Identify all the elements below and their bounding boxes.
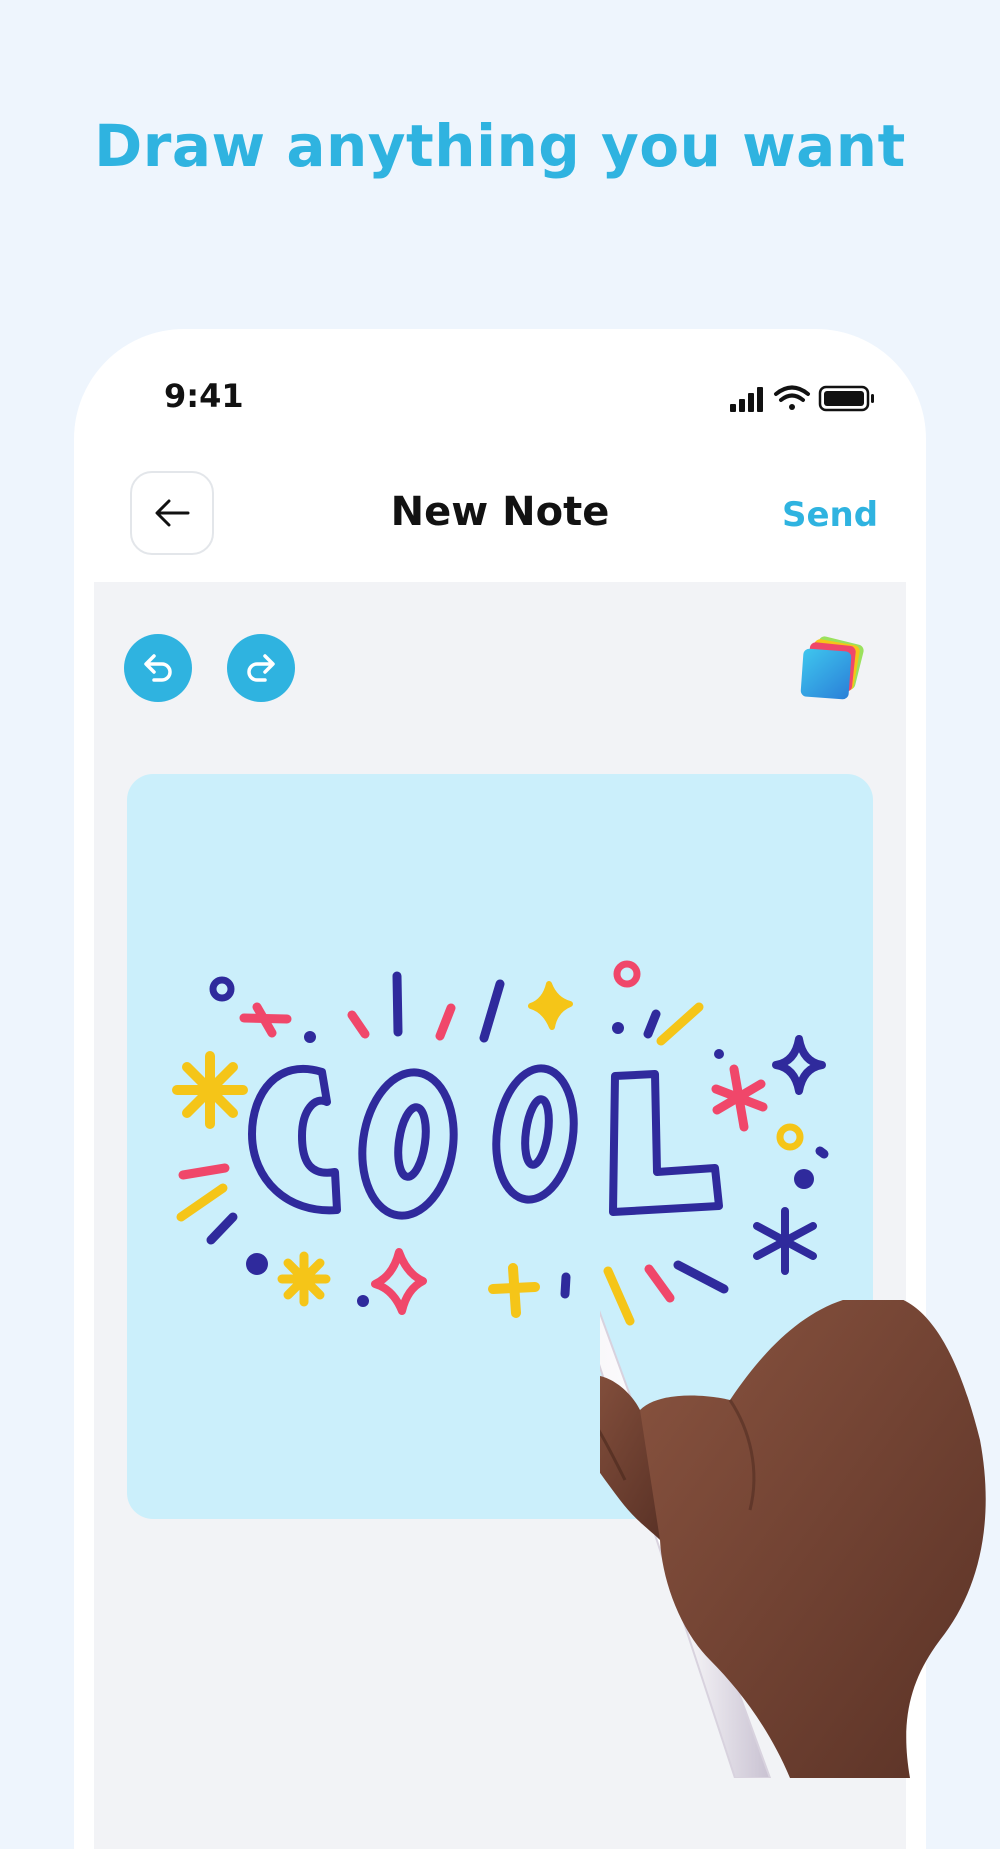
wifi-icon bbox=[774, 385, 810, 410]
color-layers-icon[interactable] bbox=[796, 632, 876, 712]
status-time: 9:41 bbox=[164, 377, 244, 415]
redo-icon bbox=[247, 654, 275, 682]
redo-button[interactable] bbox=[227, 634, 295, 702]
doodle-yellow-cross bbox=[488, 1263, 540, 1318]
undo-button[interactable] bbox=[124, 634, 192, 702]
doodle-red-sparkle bbox=[371, 1248, 427, 1315]
hand-icon bbox=[639, 1300, 986, 1778]
letter-o1-inner bbox=[394, 1103, 430, 1181]
doodle-navy-sparkle bbox=[772, 1035, 826, 1095]
status-icons bbox=[730, 385, 874, 412]
letter-c bbox=[248, 1064, 341, 1215]
doodle-red-star bbox=[711, 1064, 768, 1132]
page-headline: Draw anything you want bbox=[94, 112, 906, 180]
doodle-navy-asterisk bbox=[753, 1207, 817, 1275]
doodle-letters bbox=[248, 1064, 723, 1220]
undo-icon bbox=[144, 654, 172, 682]
doodle-yellow-marks bbox=[176, 1002, 804, 1326]
letter-o2 bbox=[492, 1064, 578, 1204]
hand-with-stylus-illustration bbox=[600, 1300, 986, 1778]
letter-o1 bbox=[358, 1068, 458, 1220]
letter-o2-inner bbox=[521, 1095, 553, 1169]
letter-l bbox=[609, 1070, 723, 1216]
send-button[interactable]: Send bbox=[782, 495, 878, 535]
battery-icon bbox=[818, 385, 874, 412]
doodle-yellow-asterisk-left bbox=[172, 1051, 248, 1129]
doodle-yellow-sparkle bbox=[528, 981, 573, 1030]
signal-icon bbox=[730, 387, 763, 412]
doodle-yellow-asterisk-bottom bbox=[277, 1251, 331, 1307]
